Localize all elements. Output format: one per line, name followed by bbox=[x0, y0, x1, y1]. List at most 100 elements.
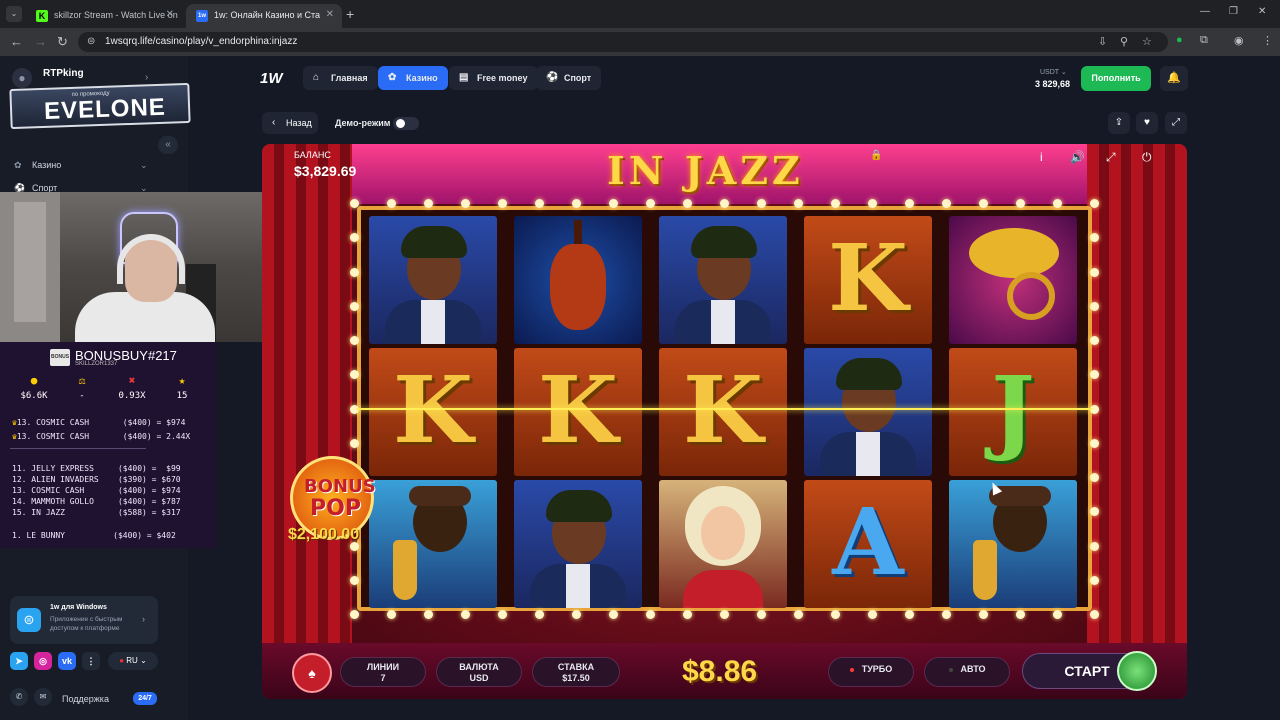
left-curtain bbox=[262, 144, 352, 699]
telegram-icon[interactable]: ➤ bbox=[10, 652, 28, 670]
new-tab-icon[interactable]: + bbox=[346, 6, 354, 22]
symbol-cello bbox=[514, 216, 642, 344]
close-tab-icon[interactable]: ✕ bbox=[166, 9, 174, 20]
list-item: 15. IN JAZZ ($588) = $317 bbox=[12, 508, 181, 517]
paytable-cards-icon[interactable]: ♠ bbox=[292, 653, 332, 693]
auto-label: АВТО bbox=[960, 664, 986, 674]
tab-search-icon[interactable]: ⌄ bbox=[6, 6, 22, 22]
right-curtain bbox=[1087, 144, 1187, 699]
back-arrow-icon[interactable]: ← bbox=[10, 34, 23, 49]
address-bar[interactable]: ⊜ 1wsqrq.life/casino/play/v_endorphina:i… bbox=[78, 32, 1168, 52]
auto-toggle[interactable]: АВТО bbox=[924, 657, 1010, 687]
sidebar-item-label: Казино bbox=[32, 160, 62, 170]
list-item: 14. MAMMOTH GOLLO ($400) = $787 bbox=[12, 497, 181, 506]
symbol-letter: A bbox=[832, 488, 904, 596]
notifications-bell-icon[interactable]: 🔔 bbox=[1160, 66, 1188, 91]
wallet-currency[interactable]: USDT ⌄ bbox=[1040, 68, 1067, 76]
star-icon: ★ bbox=[178, 374, 186, 387]
marquee-bulb bbox=[646, 610, 655, 619]
info-icon[interactable]: i bbox=[1040, 150, 1043, 164]
user-name[interactable]: RTPking bbox=[43, 68, 84, 79]
stat-balance: ⚖ - bbox=[62, 374, 102, 401]
currency-value: USD bbox=[469, 673, 489, 683]
site-info-icon[interactable]: ⊜ bbox=[87, 36, 95, 47]
forward-arrow-icon[interactable]: → bbox=[34, 34, 47, 49]
nav-label: Free money bbox=[477, 73, 528, 83]
close-tab-icon[interactable]: ✕ bbox=[326, 9, 334, 20]
marquee-bulb bbox=[387, 199, 396, 208]
minimize-icon[interactable]: — bbox=[1200, 6, 1210, 17]
bet-control[interactable]: СТАВКА $17.50 bbox=[532, 657, 620, 687]
phone-icon[interactable]: ✆ bbox=[10, 688, 28, 706]
symbol-letter: K bbox=[683, 356, 763, 464]
nav-tab-sport[interactable]: ⚽ Спорт bbox=[536, 66, 602, 90]
user-avatar-icon[interactable]: ● bbox=[12, 68, 32, 88]
share-icon[interactable]: ⇪ bbox=[1108, 112, 1130, 134]
close-window-icon[interactable]: ✕ bbox=[1258, 6, 1266, 17]
support-label[interactable]: Поддержка bbox=[62, 694, 109, 704]
bonus-pop-amount: $2,100.00 bbox=[288, 526, 360, 543]
fullscreen-game-icon[interactable]: ⤢ bbox=[1106, 150, 1116, 165]
marquee-bulb bbox=[350, 267, 359, 277]
deposit-button[interactable]: Пополнить bbox=[1081, 66, 1151, 91]
bookmark-star-icon[interactable]: ☆ bbox=[1142, 35, 1152, 48]
site-logo[interactable]: 1W bbox=[260, 70, 283, 87]
marquee-bulb bbox=[498, 610, 507, 619]
browser-tab-stream[interactable]: K skillzor Stream - Watch Live on ✕ bbox=[26, 4, 182, 28]
demo-mode-toggle[interactable] bbox=[393, 117, 419, 130]
slot-game-frame[interactable]: IN JAZZ БАЛАНС $3,829.69 🔒 i 🔊 ⤢ ⏻ K K K… bbox=[262, 144, 1187, 699]
marquee-bulb bbox=[350, 610, 359, 619]
sidebar-item-casino[interactable]: ✿ Казино ⌄ bbox=[14, 160, 148, 171]
marquee-bulb bbox=[646, 199, 655, 208]
back-button[interactable]: ‹ Назад bbox=[262, 112, 318, 134]
extensions-puzzle-icon[interactable]: ⧉ bbox=[1200, 34, 1208, 47]
chevron-right-icon[interactable]: › bbox=[145, 72, 148, 83]
nav-label: Казино bbox=[406, 73, 438, 83]
1w-favicon-icon: 1w bbox=[196, 10, 208, 22]
profile-icon[interactable]: ◉ bbox=[1234, 34, 1244, 47]
zoom-icon[interactable]: ⚲ bbox=[1120, 35, 1128, 48]
chat-icon[interactable]: ✉ bbox=[34, 688, 52, 706]
back-label: Назад bbox=[286, 118, 312, 128]
more-dots-icon[interactable]: ⋮ bbox=[82, 652, 100, 670]
stat-cost: ● $6.6K bbox=[14, 374, 54, 401]
lines-control[interactable]: ЛИНИИ 7 bbox=[340, 657, 426, 687]
reload-icon[interactable]: ↻ bbox=[57, 34, 68, 50]
start-label: СТАРТ bbox=[1064, 663, 1110, 679]
symbol-j: J bbox=[949, 348, 1077, 476]
nav-tab-home[interactable]: ⌂ Главная bbox=[303, 66, 378, 90]
extension-icon[interactable]: ● bbox=[1176, 34, 1183, 46]
lines-label: ЛИНИИ bbox=[366, 662, 400, 672]
instagram-icon[interactable]: ◎ bbox=[34, 652, 52, 670]
maximize-icon[interactable]: ❐ bbox=[1229, 6, 1238, 17]
marquee-bulb bbox=[1016, 610, 1025, 619]
start-spin-button[interactable]: СТАРТ bbox=[1022, 651, 1157, 691]
favorite-heart-icon[interactable]: ♥ bbox=[1136, 112, 1158, 134]
nav-tab-casino[interactable]: ✿ Казино bbox=[378, 66, 448, 90]
turbo-toggle[interactable]: ТУРБО bbox=[828, 657, 914, 687]
marquee-bulb bbox=[1090, 336, 1099, 345]
flag-ru-icon: ● bbox=[119, 656, 125, 665]
auto-indicator-icon bbox=[948, 667, 953, 672]
fullscreen-icon[interactable]: ⤢ bbox=[1165, 112, 1187, 134]
collapse-sidebar-icon[interactable]: « bbox=[158, 136, 178, 154]
sound-icon[interactable]: 🔊 bbox=[1070, 150, 1085, 164]
language-select[interactable]: ● RU ⌄ bbox=[108, 652, 158, 670]
marquee-bulb bbox=[942, 199, 951, 208]
currency-control[interactable]: ВАЛЮТА USD bbox=[436, 657, 522, 687]
chevron-down-icon: ⌄ bbox=[140, 160, 148, 170]
browser-tab-casino[interactable]: 1w 1w: Онлайн Казино и Ста ✕ bbox=[186, 4, 342, 28]
power-icon[interactable]: ⏻ bbox=[1142, 150, 1152, 165]
bonus-box-icon: BONUS bbox=[50, 349, 70, 366]
home-icon: ⌂ bbox=[313, 72, 320, 83]
windows-app-promo[interactable]: ⊜ 1w для Windows Приложение с быстрым до… bbox=[10, 596, 158, 644]
menu-dots-icon[interactable]: ⋮ bbox=[1262, 34, 1273, 47]
nav-tab-free-money[interactable]: ▤ Free money bbox=[449, 66, 538, 90]
vk-icon[interactable]: vk bbox=[58, 652, 76, 670]
browser-tabbar: ⌄ K skillzor Stream - Watch Live on ✕ 1w… bbox=[0, 0, 1280, 28]
bet-value: $17.50 bbox=[562, 673, 590, 683]
install-app-icon[interactable]: ⇩ bbox=[1098, 35, 1107, 48]
symbol-k: K bbox=[369, 348, 497, 476]
turbo-indicator-icon bbox=[849, 667, 854, 672]
windows-promo-text: Приложение с быстрым доступом к платформ… bbox=[50, 616, 123, 632]
